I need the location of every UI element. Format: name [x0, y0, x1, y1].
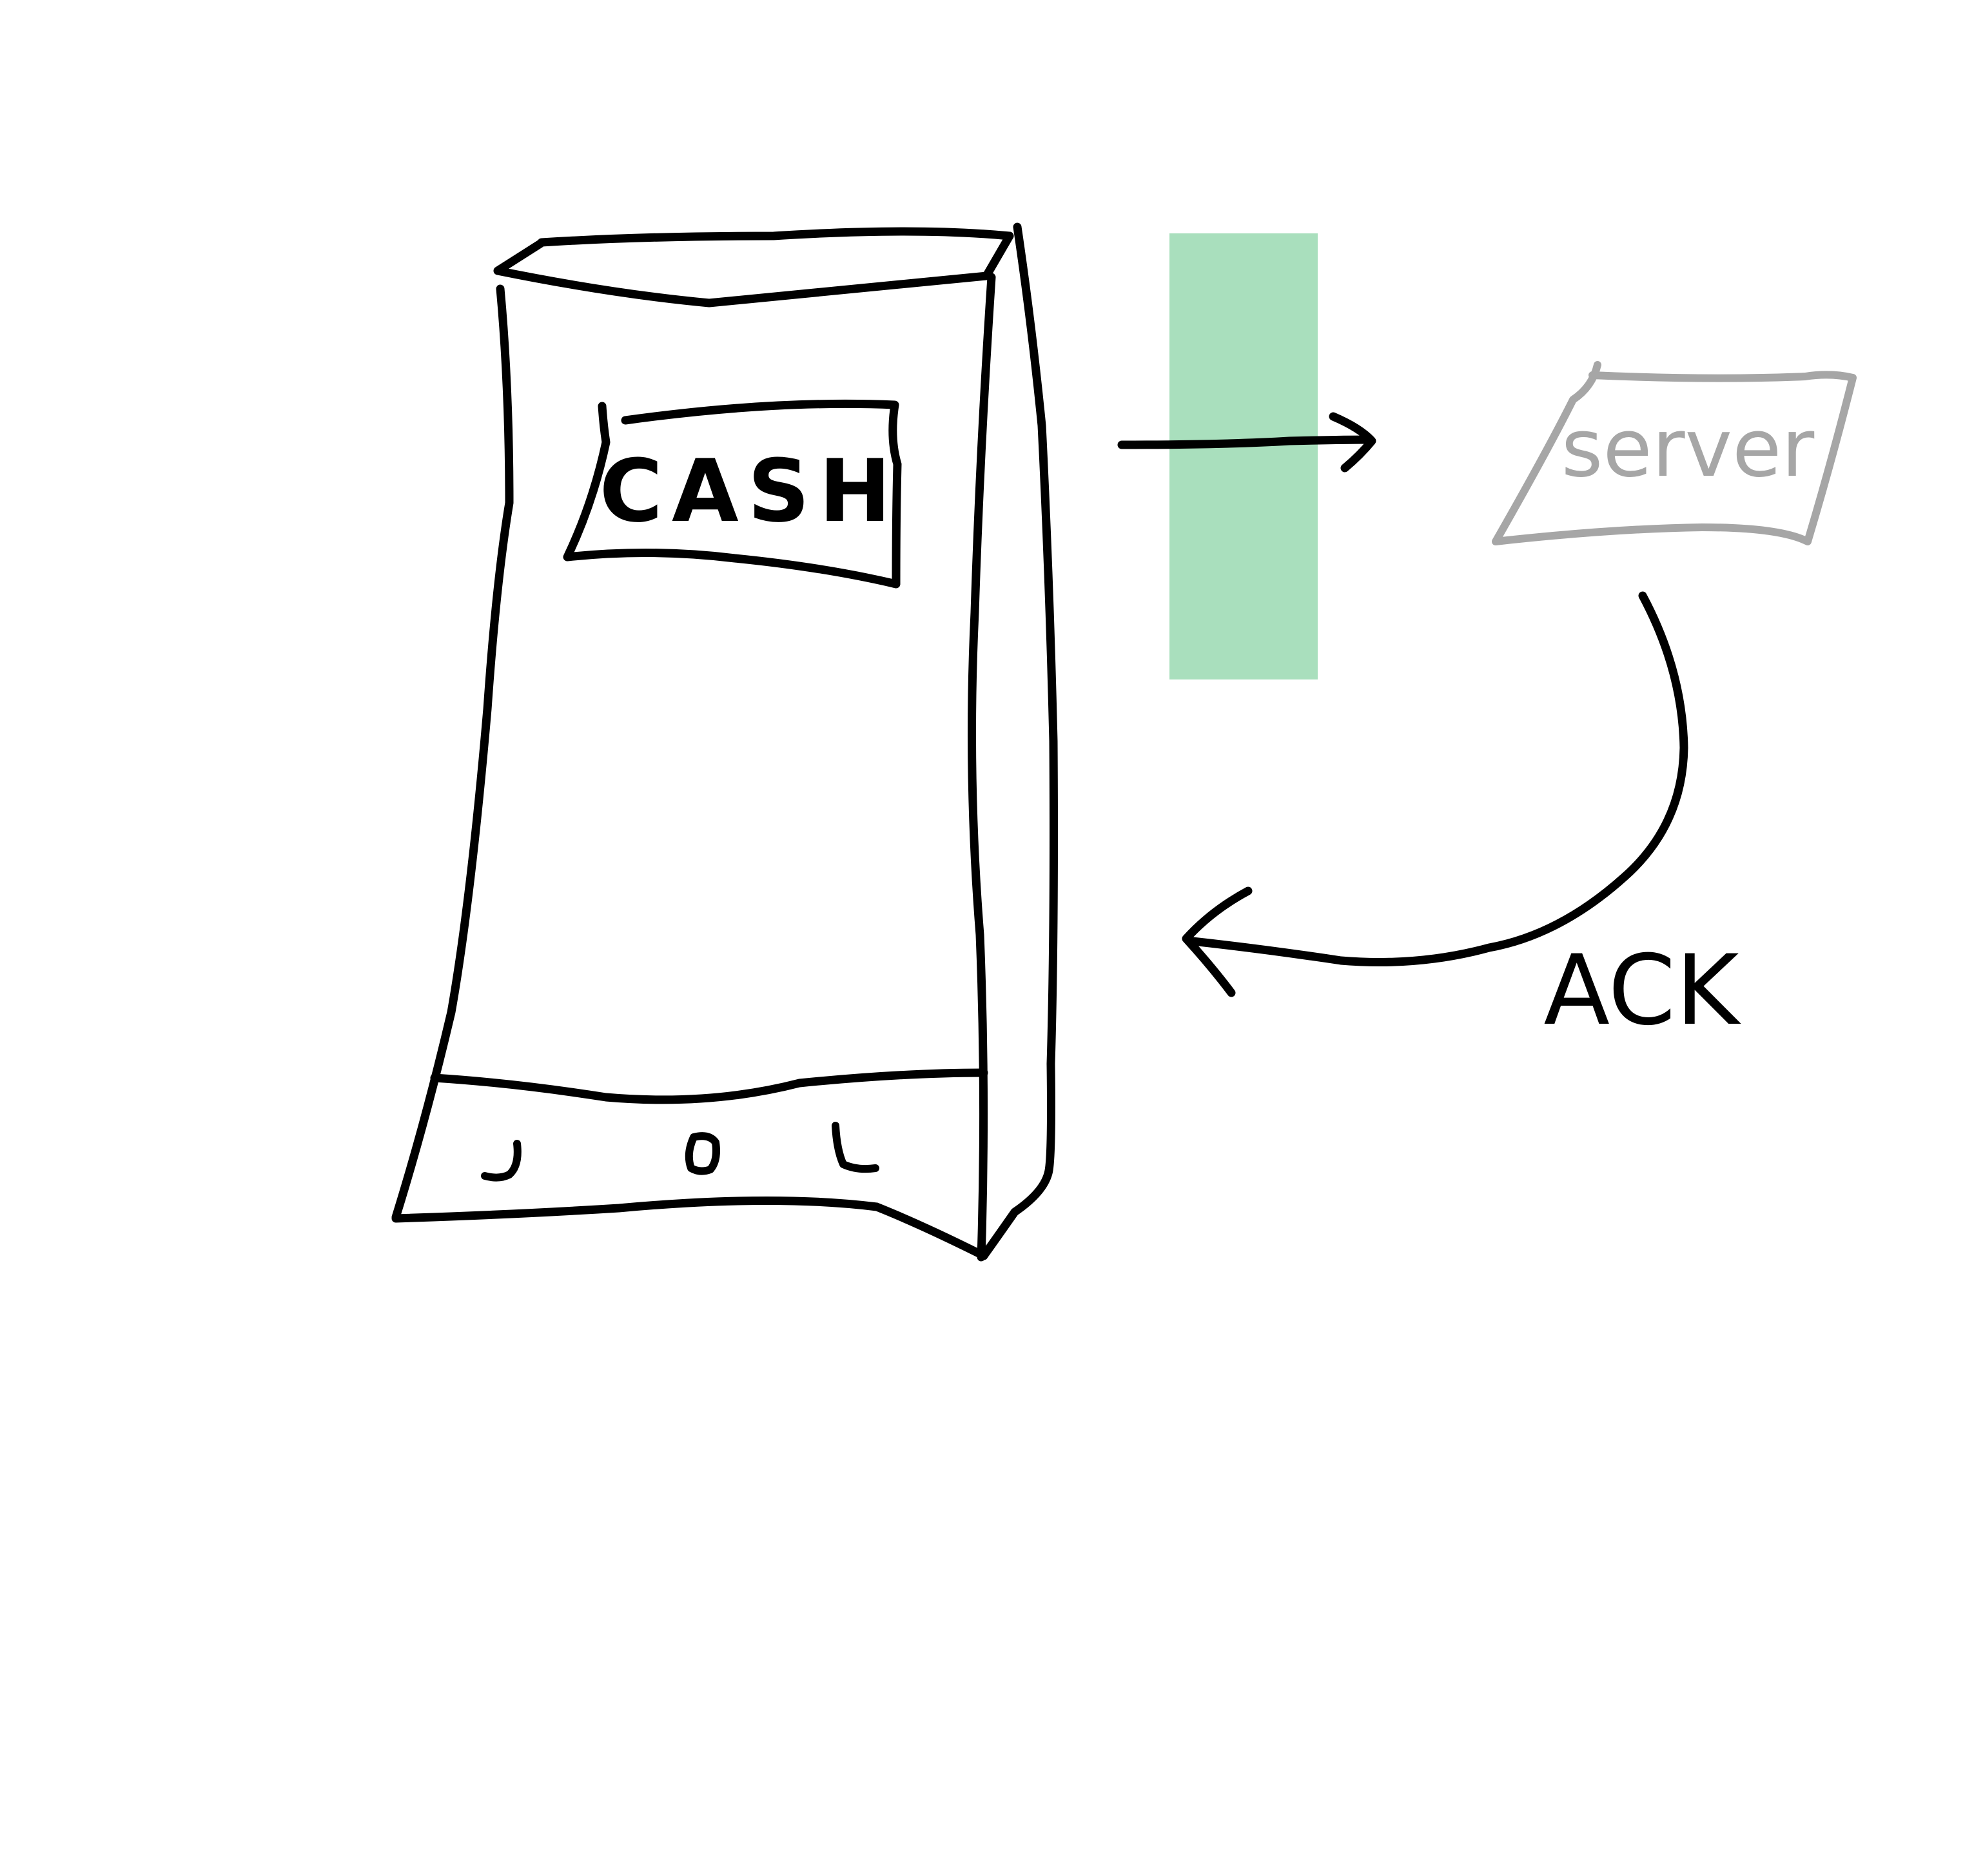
device-front-right-edge: [968, 273, 996, 1262]
device-top-edge: [537, 227, 1014, 247]
device-sketch: CASH: [391, 222, 1058, 1262]
home-nav-icon: [685, 1132, 720, 1175]
recent-nav-icon: [832, 1122, 879, 1173]
server-label: server: [1561, 402, 1815, 495]
diagram-canvas: CASH server ACK: [391, 222, 1857, 1262]
request-arrow-shaft: [1117, 435, 1375, 449]
device-back-right-edge: [979, 222, 1058, 1260]
highlight-bar: [1169, 233, 1318, 679]
server-sketch: server: [1492, 361, 1857, 545]
device-nav-divider: [430, 1068, 988, 1104]
device-top-bevel: [493, 231, 1014, 308]
cash-label: CASH: [600, 441, 901, 542]
device-bottom-edge: [391, 1196, 988, 1260]
back-nav-icon: [481, 1140, 522, 1182]
ack-label: ACK: [1543, 935, 1741, 1047]
